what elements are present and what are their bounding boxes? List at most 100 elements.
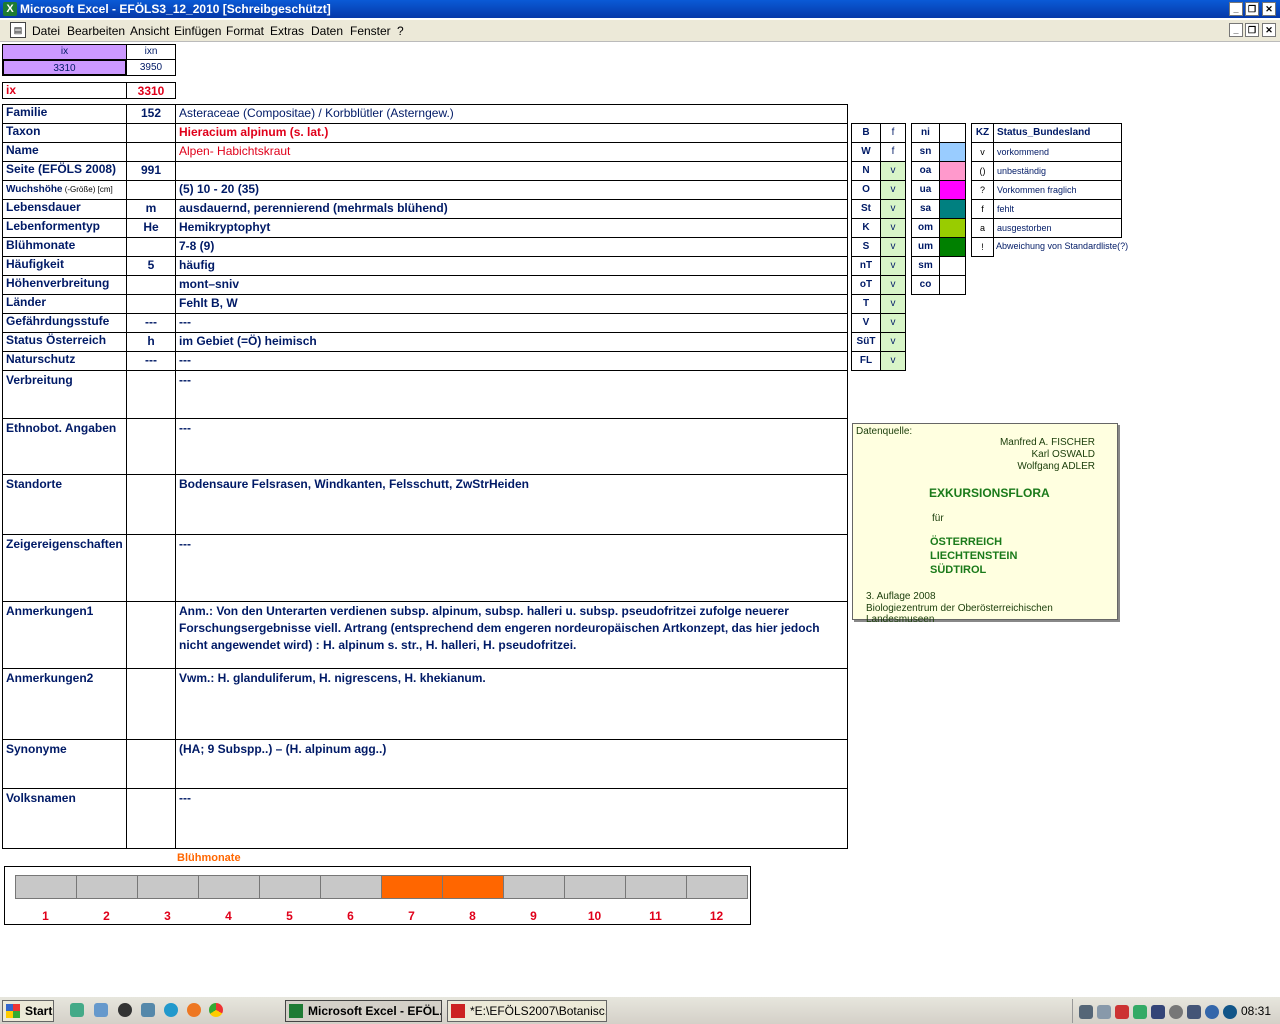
row-number[interactable] (126, 275, 176, 295)
row-number[interactable]: h (126, 332, 176, 352)
restore-icon[interactable]: ❐ (1245, 2, 1259, 16)
country-code[interactable]: nT (851, 256, 881, 276)
firefox-icon[interactable] (187, 1003, 201, 1017)
tray-icon-1[interactable] (1079, 1005, 1093, 1019)
ix-big-value-cell[interactable]: 3310 (126, 82, 176, 99)
menu-help[interactable]: ? (397, 24, 404, 38)
tray-icon-6[interactable] (1169, 1005, 1183, 1019)
quicklaunch-icon-1[interactable] (70, 1003, 84, 1017)
row-value[interactable]: --- (175, 313, 848, 333)
bigrow-value[interactable]: --- (175, 534, 848, 602)
row-label[interactable]: Wuchshöhe (-Größe) [cm] (2, 180, 127, 200)
row-value[interactable]: 7-8 (9) (175, 237, 848, 257)
row-number[interactable]: 152 (126, 104, 176, 124)
country-code[interactable]: W (851, 142, 881, 162)
row-value[interactable]: ausdauernd, perennierend (mehrmals blühe… (175, 199, 848, 219)
bigrow-number[interactable] (126, 418, 176, 475)
row-label[interactable]: Taxon (2, 123, 127, 143)
country-status[interactable]: f (880, 142, 906, 162)
ix-value-cell[interactable]: 3310 (2, 59, 127, 76)
tray-icon-9[interactable] (1223, 1005, 1237, 1019)
row-label[interactable]: Name (2, 142, 127, 162)
start-button[interactable]: Start (2, 1000, 54, 1022)
tray-info-icon[interactable] (1205, 1005, 1219, 1019)
altitude-swatch[interactable] (939, 237, 966, 257)
country-status[interactable]: v (880, 237, 906, 257)
row-number[interactable]: 991 (126, 161, 176, 181)
row-value[interactable]: Fehlt B, W (175, 294, 848, 314)
row-value[interactable] (175, 161, 848, 181)
row-value[interactable]: Asteraceae (Compositae) / Korbblütler (A… (175, 104, 848, 124)
menu-ansicht[interactable]: Ansicht (130, 24, 169, 38)
bigrow-label[interactable]: Verbreitung (2, 370, 127, 419)
legend-kz[interactable]: a (971, 218, 994, 238)
close-icon[interactable]: ✕ (1262, 2, 1276, 16)
bigrow-label[interactable]: Synonyme (2, 739, 127, 789)
row-label[interactable]: Familie (2, 104, 127, 124)
altitude-code[interactable]: ua (911, 180, 940, 200)
menu-fenster[interactable]: Fenster (350, 24, 391, 38)
row-number[interactable]: He (126, 218, 176, 238)
menu-datei[interactable]: Datei (32, 24, 60, 38)
legend-kz[interactable]: v (971, 142, 994, 162)
row-value[interactable]: mont–sniv (175, 275, 848, 295)
bigrow-number[interactable] (126, 601, 176, 669)
altitude-swatch[interactable] (939, 180, 966, 200)
country-status[interactable]: v (880, 256, 906, 276)
row-number[interactable]: m (126, 199, 176, 219)
media-player-icon[interactable] (118, 1003, 132, 1017)
legend-text[interactable]: Vorkommen fraglich (993, 180, 1122, 200)
legend-text[interactable]: fehlt (993, 199, 1122, 219)
row-number[interactable]: --- (126, 351, 176, 371)
bigrow-number[interactable] (126, 788, 176, 849)
altitude-code[interactable]: sn (911, 142, 940, 162)
tray-icon-4[interactable] (1133, 1005, 1147, 1019)
row-value[interactable]: Hemikryptophyt (175, 218, 848, 238)
row-number[interactable] (126, 123, 176, 143)
altitude-code[interactable]: co (911, 275, 940, 295)
doc-close-icon[interactable]: ✕ (1262, 23, 1276, 37)
row-label[interactable]: Länder (2, 294, 127, 314)
row-value[interactable]: Alpen- Habichtskraut (175, 142, 848, 162)
legend-kz-header[interactable]: KZ (971, 123, 994, 143)
row-number[interactable]: 5 (126, 256, 176, 276)
bigrow-value[interactable]: (HA; 9 Subspp..) – (H. alpinum agg..) (175, 739, 848, 789)
country-status[interactable]: f (880, 123, 906, 143)
row-label[interactable]: Höhenverbreitung (2, 275, 127, 295)
tray-shield-icon[interactable] (1151, 1005, 1165, 1019)
legend-text[interactable]: ausgestorben (993, 218, 1122, 238)
altitude-code[interactable]: sm (911, 256, 940, 276)
bigrow-value[interactable]: --- (175, 418, 848, 475)
tray-icon-7[interactable] (1187, 1005, 1201, 1019)
altitude-code[interactable]: um (911, 237, 940, 257)
bigrow-value[interactable]: --- (175, 788, 848, 849)
country-code[interactable]: St (851, 199, 881, 219)
altitude-code[interactable]: sa (911, 199, 940, 219)
worksheet[interactable]: ix ixn 3310 3950 ix 3310 Familie 152 Aster… (0, 43, 1280, 996)
excel-app-icon[interactable]: X (3, 2, 17, 16)
row-label[interactable]: Lebenformentyp (2, 218, 127, 238)
legend-kz[interactable]: ! (971, 237, 994, 257)
bigrow-value[interactable]: Vwm.: H. glanduliferum, H. nigrescens, H… (175, 668, 848, 740)
altitude-code[interactable]: om (911, 218, 940, 238)
country-code[interactable]: FL (851, 351, 881, 371)
menu-extras[interactable]: Extras (270, 24, 304, 38)
row-label[interactable]: Häufigkeit (2, 256, 127, 276)
country-status[interactable]: v (880, 294, 906, 314)
row-value[interactable]: (5) 10 - 20 (35) (175, 180, 848, 200)
altitude-swatch[interactable] (939, 142, 966, 162)
doc-minimize-icon[interactable]: _ (1229, 23, 1243, 37)
row-label[interactable]: Seite (EFÖLS 2008) (2, 161, 127, 181)
country-code[interactable]: N (851, 161, 881, 181)
country-status[interactable]: v (880, 161, 906, 181)
bigrow-number[interactable] (126, 370, 176, 419)
legend-kz[interactable]: ? (971, 180, 994, 200)
tray-search-icon[interactable] (1097, 1005, 1111, 1019)
country-status[interactable]: v (880, 199, 906, 219)
country-code[interactable]: SüT (851, 332, 881, 352)
bigrow-label[interactable]: Zeigereigenschaften (2, 534, 127, 602)
country-code[interactable]: O (851, 180, 881, 200)
country-code[interactable]: T (851, 294, 881, 314)
bigrow-value[interactable]: --- (175, 370, 848, 419)
chrome-icon[interactable] (209, 1003, 223, 1017)
